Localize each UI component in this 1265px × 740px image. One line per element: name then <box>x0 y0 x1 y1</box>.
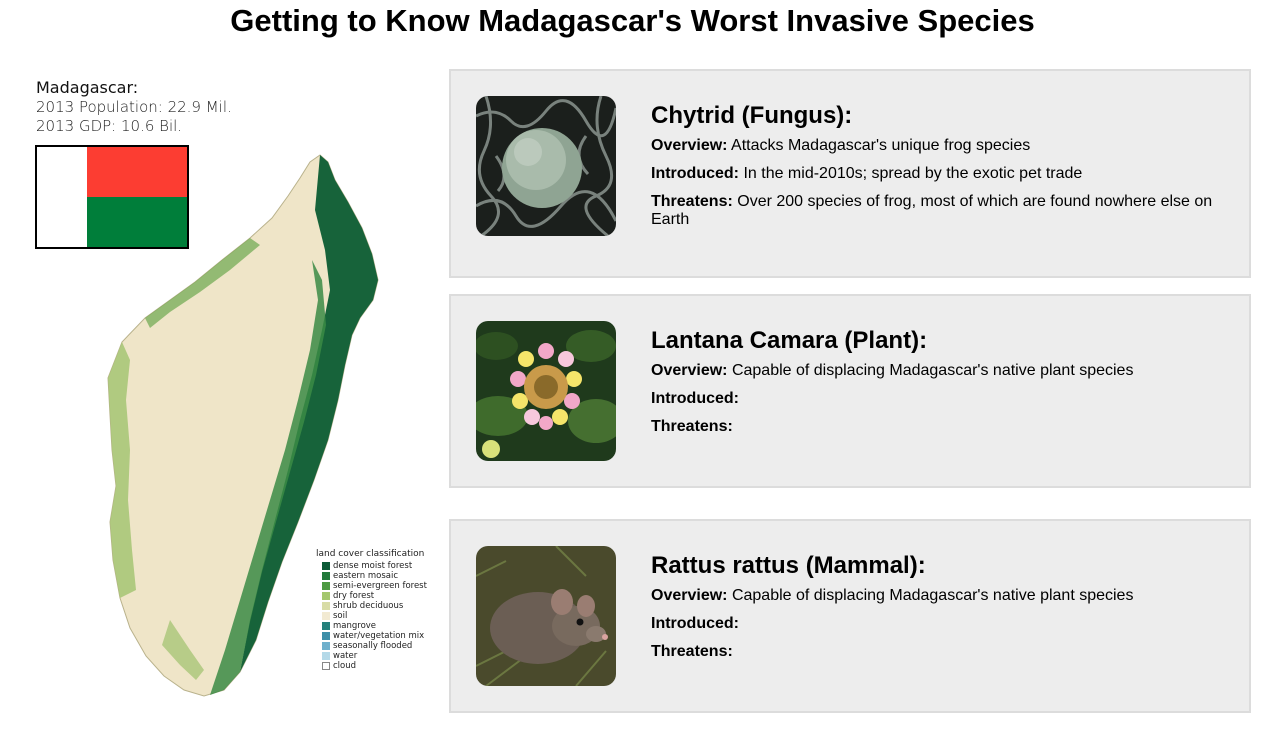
legend-item: mangrove <box>316 621 427 631</box>
legend-swatch <box>322 642 330 650</box>
rat-icon <box>476 546 616 686</box>
overview-field: Overview: Attacks Madagascar's unique fr… <box>651 137 1229 155</box>
map-legend: land cover classification dense moist fo… <box>316 549 427 671</box>
legend-item: soil <box>316 611 427 621</box>
legend-item: cloud <box>316 661 427 671</box>
legend-item: eastern mosaic <box>316 571 427 581</box>
legend-item: water/vegetation mix <box>316 631 427 641</box>
legend-swatch <box>322 602 330 610</box>
species-card-lantana: Lantana Camara (Plant): Overview: Capabl… <box>449 294 1251 488</box>
country-name: Madagascar: <box>36 78 139 97</box>
overview-label: Overview: <box>651 587 728 604</box>
introduced-label: Introduced: <box>651 390 739 407</box>
legend-swatch <box>322 582 330 590</box>
overview-field: Overview: Capable of displacing Madagasc… <box>651 587 1229 605</box>
legend-item: shrub deciduous <box>316 601 427 611</box>
flower-icon <box>476 321 616 461</box>
overview-text: Capable of displacing Madagascar's nativ… <box>731 362 1134 379</box>
fungus-micrograph-icon <box>476 96 616 236</box>
threatens-field: Threatens: <box>651 643 1229 661</box>
legend-item: water <box>316 651 427 661</box>
legend-swatch <box>322 652 330 660</box>
species-title: Lantana Camara (Plant): <box>651 327 928 354</box>
legend-swatch <box>322 622 330 630</box>
overview-label: Overview: <box>651 137 728 154</box>
introduced-text: In the mid-2010s; spread by the exotic p… <box>743 165 1083 182</box>
threatens-field: Threatens: Over 200 species of frog, mos… <box>651 193 1229 229</box>
legend-swatch <box>322 572 330 580</box>
legend-swatch <box>322 632 330 640</box>
species-title: Chytrid (Fungus): <box>651 102 853 129</box>
flag-white-band <box>37 147 87 247</box>
legend-item: dry forest <box>316 591 427 601</box>
overview-text: Capable of displacing Madagascar's nativ… <box>731 587 1134 604</box>
gdp-stat: 2013 GDP: 10.6 Bil. <box>36 117 183 135</box>
species-card-chytrid: Chytrid (Fungus): Overview: Attacks Mada… <box>449 69 1251 278</box>
legend-swatch <box>322 612 330 620</box>
overview-field: Overview: Capable of displacing Madagasc… <box>651 362 1229 380</box>
introduced-field: Introduced: In the mid-2010s; spread by … <box>651 165 1229 183</box>
introduced-label: Introduced: <box>651 615 739 632</box>
overview-text: Attacks Madagascar's unique frog species <box>731 137 1031 154</box>
threatens-label: Threatens: <box>651 643 733 660</box>
legend-swatch <box>322 662 330 670</box>
legend-item: semi-evergreen forest <box>316 581 427 591</box>
overview-label: Overview: <box>651 362 728 379</box>
species-info: Rattus rattus (Mammal): Overview: Capabl… <box>651 551 1229 671</box>
threatens-text: Over 200 species of frog, most of which … <box>651 193 1213 228</box>
species-info: Chytrid (Fungus): Overview: Attacks Mada… <box>651 101 1229 239</box>
species-info: Lantana Camara (Plant): Overview: Capabl… <box>651 326 1229 446</box>
introduced-label: Introduced: <box>651 165 739 182</box>
threatens-label: Threatens: <box>651 418 733 435</box>
legend-title: land cover classification <box>316 549 425 559</box>
threatens-label: Threatens: <box>651 193 733 210</box>
country-info: Madagascar: 2013 Population: 22.9 Mil. 2… <box>36 78 232 137</box>
population-stat: 2013 Population: 22.9 Mil. <box>36 97 232 116</box>
page-title: Getting to Know Madagascar's Worst Invas… <box>230 3 1035 38</box>
species-title: Rattus rattus (Mammal): <box>651 552 926 579</box>
species-card-rattus: Rattus rattus (Mammal): Overview: Capabl… <box>449 519 1251 713</box>
introduced-field: Introduced: <box>651 390 1229 408</box>
introduced-field: Introduced: <box>651 615 1229 633</box>
legend-item: seasonally flooded <box>316 641 427 651</box>
legend-item: dense moist forest <box>316 561 427 571</box>
legend-swatch <box>322 592 330 600</box>
legend-swatch <box>322 562 330 570</box>
threatens-field: Threatens: <box>651 418 1229 436</box>
